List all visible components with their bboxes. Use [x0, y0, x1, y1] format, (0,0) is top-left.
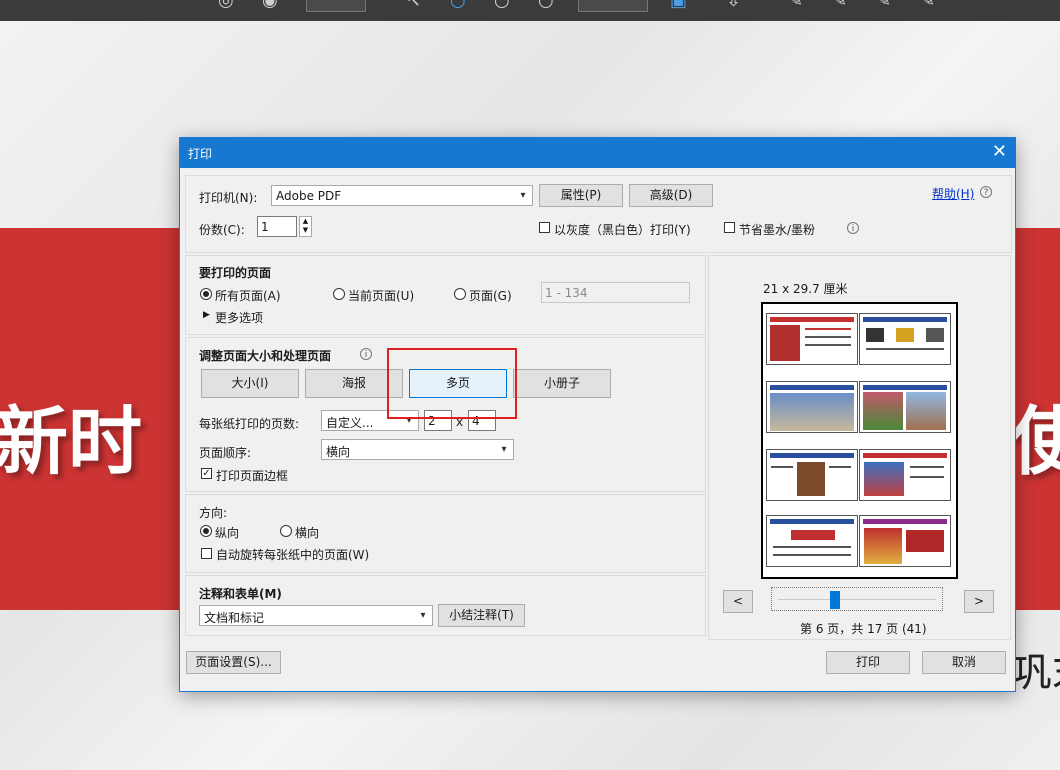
page-order-value: 横向: [326, 445, 351, 459]
help-link[interactable]: 帮助(H): [932, 185, 974, 202]
landscape-label: 横向: [295, 526, 320, 540]
auto-rotate-label: 自动旋转每张纸中的页面(W): [216, 548, 370, 562]
summarize-comments-button[interactable]: 小结注释(T): [438, 604, 525, 627]
print-border-label: 打印页面边框: [216, 469, 289, 483]
prev-page-button[interactable]: <: [723, 590, 753, 613]
page-status-label: 第 6 页，共 17 页 (41): [800, 622, 927, 636]
preview-thumbnail: [859, 515, 951, 567]
pages-per-sheet-value: 自定义...: [326, 416, 374, 430]
all-pages-radio[interactable]: [200, 288, 212, 300]
paper-size-label: 21 x 29.7 厘米: [763, 282, 848, 296]
app-toolbar: ◎ ◉ ↖ ○ ○ ○ ▣ ⇩ ✎ ✎ ✎ ✎: [0, 0, 1060, 21]
dialog-titlebar: 打印 ✕: [180, 138, 1015, 168]
orientation-section: 方向: 纵向 横向 自动旋转每张纸中的页面(W): [185, 494, 706, 573]
annotation-highlight-box: [387, 348, 517, 419]
annotations-value: 文档和标记: [204, 611, 265, 625]
chevron-down-icon: ▾: [520, 190, 526, 201]
copies-value: 1: [261, 220, 269, 234]
page-range-placeholder: 1 - 134: [545, 286, 588, 300]
dialog-title: 打印: [188, 147, 213, 161]
size-tab-button[interactable]: 大小(I): [201, 369, 299, 398]
slider-thumb[interactable]: [829, 591, 840, 609]
print-border-checkbox[interactable]: ✓: [201, 468, 212, 479]
print-dialog: 打印 ✕ 打印机(N): Adobe PDF ▾ 属性(P) 高级(D) 帮助(…: [179, 137, 1016, 692]
preview-thumbnail: [766, 449, 858, 501]
preview-thumbnail: [766, 381, 858, 433]
save-ink-label: 节省墨水/墨粉: [739, 223, 816, 237]
portrait-radio[interactable]: [200, 525, 212, 537]
more-options-label[interactable]: 更多选项: [215, 309, 263, 326]
scroll-mode-icon[interactable]: ⇩: [726, 0, 741, 11]
auto-rotate-checkbox[interactable]: [201, 548, 212, 559]
all-pages-label: 所有页面(A): [215, 289, 281, 303]
zoom-out-tool-icon[interactable]: ○: [494, 0, 510, 11]
annotations-select[interactable]: 文档和标记 ▾: [199, 605, 433, 626]
properties-button[interactable]: 属性(P): [539, 184, 623, 207]
preview-sheet: [761, 302, 958, 579]
annotations-title: 注释和表单(M): [199, 587, 282, 601]
landscape-radio[interactable]: [280, 525, 292, 537]
grayscale-checkbox[interactable]: [539, 222, 550, 233]
page-order-label: 页面顺序:: [199, 446, 252, 460]
sign-icon[interactable]: ✎: [920, 0, 935, 11]
printer-value: Adobe PDF: [276, 189, 342, 203]
printer-label: 打印机(N):: [199, 191, 258, 205]
annotations-section: 注释和表单(M) 文档和标记 ▾ 小结注释(T): [185, 575, 706, 636]
advanced-button[interactable]: 高级(D): [629, 184, 713, 207]
pages-section: 要打印的页面 所有页面(A) 当前页面(U) 页面(G) 1 - 134 ▶ 更…: [185, 255, 706, 335]
orientation-title: 方向:: [199, 506, 228, 520]
preview-thumbnail: [859, 449, 951, 501]
page-down-icon[interactable]: ◉: [262, 0, 278, 11]
save-ink-checkbox[interactable]: [724, 222, 735, 233]
highlight-icon[interactable]: ✎: [832, 0, 847, 11]
printer-select[interactable]: Adobe PDF ▾: [271, 185, 533, 206]
current-page-label: 当前页面(U): [348, 289, 415, 303]
banner-title-left: 新时: [0, 399, 142, 485]
next-page-button[interactable]: >: [964, 590, 994, 613]
copies-label: 份数(C):: [199, 223, 245, 237]
pages-section-title: 要打印的页面: [199, 266, 272, 280]
preview-section: 21 x 29.7 厘米 < > 第 6 页，共 17 页 (41): [708, 255, 1011, 640]
printer-section: 打印机(N): Adobe PDF ▾ 属性(P) 高级(D) 帮助(H) ? …: [185, 175, 1012, 253]
preview-thumbnail: [859, 313, 951, 365]
page-order-select[interactable]: 横向 ▾: [321, 439, 514, 460]
current-page-radio[interactable]: [333, 288, 345, 300]
page-number-field[interactable]: [306, 0, 366, 12]
close-icon[interactable]: ✕: [992, 142, 1007, 162]
triangle-right-icon[interactable]: ▶: [203, 310, 210, 320]
portrait-label: 纵向: [215, 526, 240, 540]
zoom-level-field[interactable]: [578, 0, 648, 12]
pages-label: 页面(G): [469, 289, 512, 303]
zoom-in-tool-icon[interactable]: ○: [538, 0, 554, 11]
draw-icon[interactable]: ✎: [876, 0, 891, 11]
page-slider[interactable]: [771, 587, 943, 611]
fit-page-icon[interactable]: ▣: [670, 0, 687, 11]
slide-bottom-text: 巩末: [1012, 650, 1060, 696]
sizing-info-icon[interactable]: i: [360, 348, 372, 360]
info-icon[interactable]: i: [847, 222, 859, 234]
copies-input[interactable]: 1: [257, 216, 297, 237]
booklet-tab-button[interactable]: 小册子: [513, 369, 611, 398]
pages-per-sheet-label: 每张纸打印的页数:: [199, 417, 300, 431]
hand-tool-icon[interactable]: ○: [450, 0, 466, 11]
page-range-input[interactable]: 1 - 134: [541, 282, 690, 303]
cancel-button[interactable]: 取消: [922, 651, 1006, 674]
chevron-down-icon: ▾: [501, 444, 507, 455]
select-tool-icon[interactable]: ↖: [406, 0, 421, 11]
comment-icon[interactable]: ✎: [788, 0, 803, 11]
zoom-out-icon[interactable]: ◎: [218, 0, 234, 11]
sizing-section-title: 调整页面大小和处理页面: [199, 349, 332, 363]
pages-radio[interactable]: [454, 288, 466, 300]
banner-title-right: 使: [1010, 399, 1060, 485]
preview-thumbnail: [766, 515, 858, 567]
slider-track: [778, 599, 936, 600]
print-button[interactable]: 打印: [826, 651, 910, 674]
chevron-down-icon: ▾: [420, 610, 426, 621]
help-icon[interactable]: ?: [980, 186, 992, 198]
preview-thumbnail: [859, 381, 951, 433]
grayscale-label: 以灰度（黑白色）打印(Y): [554, 223, 691, 237]
copies-stepper[interactable]: ▲ ▼: [299, 216, 312, 237]
page-setup-button[interactable]: 页面设置(S)...: [186, 651, 281, 674]
preview-thumbnail: [766, 313, 858, 365]
